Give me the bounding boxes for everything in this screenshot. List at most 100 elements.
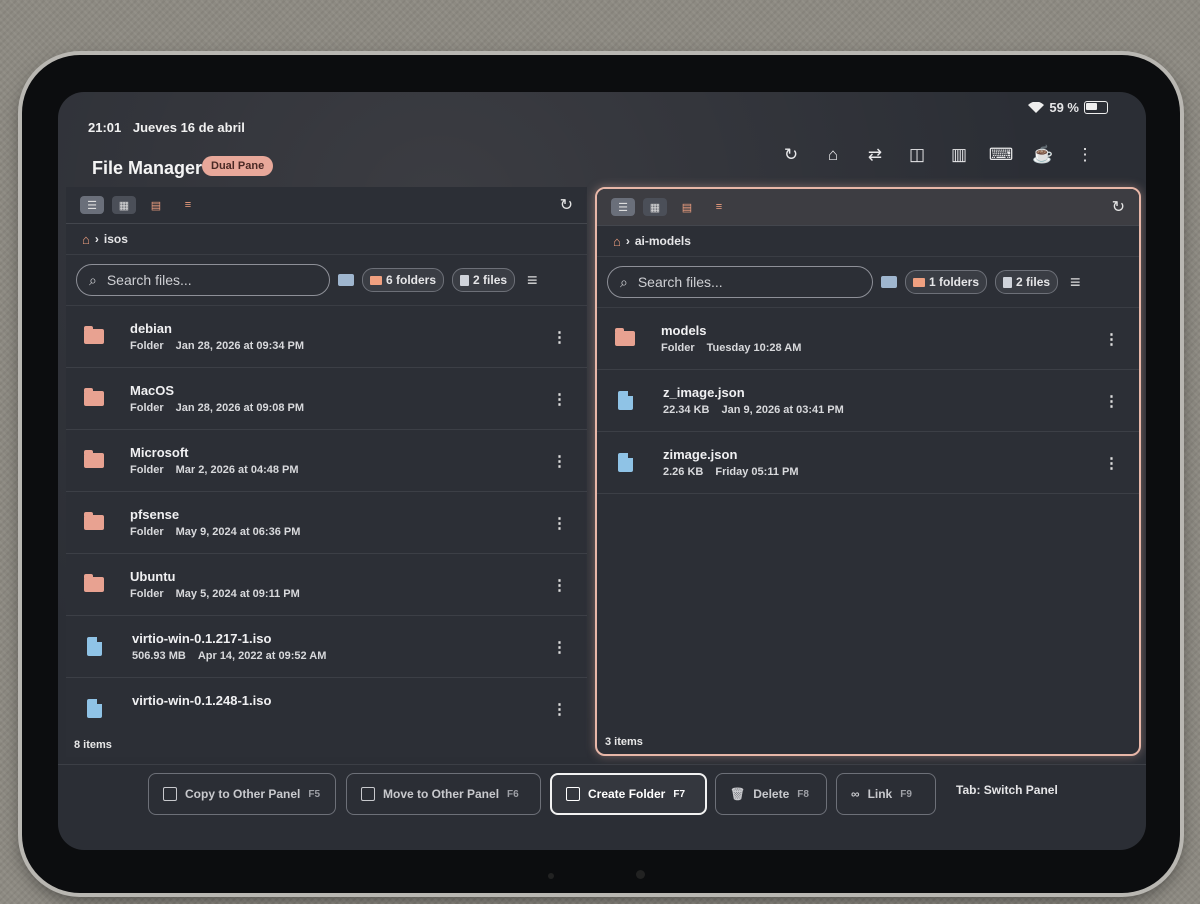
coffee-icon[interactable]: ☕ [1030, 142, 1056, 168]
home-icon[interactable]: ⌂ [613, 234, 621, 249]
home-icon[interactable]: ⌂ [820, 142, 846, 168]
more-vert-icon[interactable]: ⋮ [552, 576, 567, 594]
filter-list-icon[interactable]: ≡ [707, 198, 731, 216]
list-item[interactable]: pfsense Folder May 9, 2024 at 06:36 PM ⋮ [66, 492, 587, 554]
sort-icon[interactable]: ≡ [527, 270, 538, 291]
move-icon [361, 787, 375, 801]
sort-icon[interactable]: ≡ [1070, 272, 1081, 293]
item-text: virtio-win-0.1.217-1.iso 506.93 MB Apr 14,… [132, 631, 338, 662]
layout-icon[interactable]: ▤ [144, 196, 168, 214]
more-vert-icon[interactable]: ⋮ [1072, 142, 1098, 168]
refresh-icon[interactable]: ↻ [778, 142, 804, 168]
item-date: Jan 9, 2026 at 03:41 PM [721, 404, 844, 416]
columns-icon[interactable]: ▥ [946, 142, 972, 168]
item-count: 3 items [605, 736, 643, 748]
mode-badge: Dual Pane [202, 156, 274, 176]
search-input[interactable]: ⌕ Search files... [76, 264, 330, 296]
folder-icon [84, 574, 104, 592]
sensor [548, 873, 554, 879]
right-pane[interactable]: ☰ ▦ ▤ ≡ ↻ ⌂ › ai-models ⌕ Search files..… [595, 187, 1141, 756]
item-type: Folder [661, 342, 695, 354]
link-button[interactable]: ∞ Link F9 [836, 773, 936, 815]
breadcrumb-current[interactable]: isos [104, 232, 128, 246]
list-item[interactable]: z_image.json 22.34 KB Jan 9, 2026 at 03:41… [597, 370, 1139, 432]
pane-refresh-icon[interactable]: ↻ [560, 195, 573, 215]
main-toolbar: ↻ ⌂ ⇄ ◫ ▥ ⌨ ☕ ⋮ [778, 142, 1098, 168]
item-text: Ubuntu Folder May 5, 2024 at 09:11 PM [130, 569, 312, 600]
delete-button[interactable]: 🗑 Delete F8 [715, 773, 827, 815]
item-text: zimage.json 2.26 KB Friday 05:11 PM [663, 447, 811, 478]
list-item[interactable]: Microsoft Folder Mar 2, 2026 at 04:48 PM ⋮ [66, 430, 587, 492]
list-view-icon[interactable]: ☰ [611, 198, 635, 216]
app-screen: 21:01 Jueves 16 de abril 59 % File Manag… [58, 92, 1146, 850]
list-item[interactable]: zimage.json 2.26 KB Friday 05:11 PM ⋮ [597, 432, 1139, 494]
grid-view-icon[interactable]: ▦ [112, 196, 136, 214]
list-item[interactable]: virtio-win-0.1.248-1.iso ⋮ [66, 678, 587, 720]
item-text: MacOS Folder Jan 28, 2026 at 09:08 PM [130, 383, 316, 414]
folders-count-chip[interactable]: 6 folders [362, 268, 445, 292]
more-vert-icon[interactable]: ⋮ [552, 638, 567, 656]
swap-icon[interactable]: ⇄ [862, 142, 888, 168]
link-label: Link [867, 787, 893, 801]
more-vert-icon[interactable]: ⋮ [552, 700, 567, 718]
item-text: debian Folder Jan 28, 2026 at 09:34 PM [130, 321, 316, 352]
home-icon[interactable]: ⌂ [82, 232, 90, 247]
files-count-chip[interactable]: 2 files [995, 270, 1059, 294]
left-pane[interactable]: ☰ ▦ ▤ ≡ ↻ ⌂ › isos ⌕ Search files... 6 f… [66, 187, 587, 757]
search-icon: ⌕ [620, 273, 628, 290]
item-meta: Folder May 5, 2024 at 09:11 PM [130, 588, 312, 600]
folder-filter-icon[interactable] [881, 276, 897, 288]
files-count-chip[interactable]: 2 files [452, 268, 516, 292]
keyboard-icon[interactable]: ⌨ [988, 142, 1014, 168]
item-name: virtio-win-0.1.217-1.iso [132, 631, 272, 646]
list-item[interactable]: debian Folder Jan 28, 2026 at 09:34 PM ⋮ [66, 306, 587, 368]
more-vert-icon[interactable]: ⋮ [1104, 392, 1119, 410]
more-vert-icon[interactable]: ⋮ [1104, 330, 1119, 348]
more-vert-icon[interactable]: ⋮ [1104, 454, 1119, 472]
create-folder-button[interactable]: Create Folder F7 [550, 773, 707, 815]
list-view-icon[interactable]: ☰ [80, 196, 104, 214]
list-item[interactable]: models Folder Tuesday 10:28 AM ⋮ [597, 308, 1139, 370]
item-text: Microsoft Folder Mar 2, 2026 at 04:48 PM [130, 445, 311, 476]
file-icon [618, 391, 633, 410]
filter-row: ⌕ Search files... 6 folders 2 files ≡ [66, 254, 587, 306]
more-vert-icon[interactable]: ⋮ [552, 514, 567, 532]
files-chip-label: 2 files [1016, 275, 1051, 289]
battery-area: 59 % [1028, 100, 1108, 115]
list-item[interactable]: MacOS Folder Jan 28, 2026 at 09:08 PM ⋮ [66, 368, 587, 430]
item-date: Jan 28, 2026 at 09:08 PM [175, 402, 305, 414]
create-shortcut: F7 [673, 788, 686, 800]
pane-refresh-icon[interactable]: ↻ [1112, 197, 1125, 217]
item-name: MacOS [130, 383, 175, 398]
item-type: 506.93 MB [132, 650, 186, 662]
item-date: Friday 05:11 PM [715, 466, 799, 478]
copy-to-other-panel-button[interactable]: Copy to Other Panel F5 [148, 773, 336, 815]
item-text: pfsense Folder May 9, 2024 at 06:36 PM [130, 507, 312, 538]
item-meta [132, 712, 271, 720]
more-vert-icon[interactable]: ⋮ [552, 452, 567, 470]
item-name: z_image.json [663, 385, 745, 400]
grid-view-icon[interactable]: ▦ [643, 198, 667, 216]
split-icon[interactable]: ◫ [904, 142, 930, 168]
item-meta: 22.34 KB Jan 9, 2026 at 03:41 PM [663, 404, 856, 416]
item-meta: Folder Mar 2, 2026 at 04:48 PM [130, 464, 311, 476]
folders-count-chip[interactable]: 1 folders [905, 270, 988, 294]
chevron-right-icon: › [625, 234, 630, 248]
item-date: May 5, 2024 at 09:11 PM [175, 588, 300, 600]
search-input[interactable]: ⌕ Search files... [607, 266, 873, 298]
more-vert-icon[interactable]: ⋮ [552, 328, 567, 346]
move-to-other-panel-button[interactable]: Move to Other Panel F6 [346, 773, 541, 815]
item-text: z_image.json 22.34 KB Jan 9, 2026 at 03:41… [663, 385, 856, 416]
right-pane-header: ☰ ▦ ▤ ≡ ↻ [597, 189, 1139, 225]
list-item[interactable]: Ubuntu Folder May 5, 2024 at 09:11 PM ⋮ [66, 554, 587, 616]
filter-list-icon[interactable]: ≡ [176, 196, 200, 214]
folder-filter-icon[interactable] [338, 274, 354, 286]
folders-chip-label: 6 folders [386, 273, 437, 287]
breadcrumb-current[interactable]: ai-models [635, 234, 691, 248]
action-bar: Copy to Other Panel F5 Move to Other Pan… [58, 764, 1146, 850]
create-label: Create Folder [588, 787, 666, 801]
layout-icon[interactable]: ▤ [675, 198, 699, 216]
list-item[interactable]: virtio-win-0.1.217-1.iso 506.93 MB Apr 14,… [66, 616, 587, 678]
app-title: File Manager [92, 158, 203, 178]
more-vert-icon[interactable]: ⋮ [552, 390, 567, 408]
